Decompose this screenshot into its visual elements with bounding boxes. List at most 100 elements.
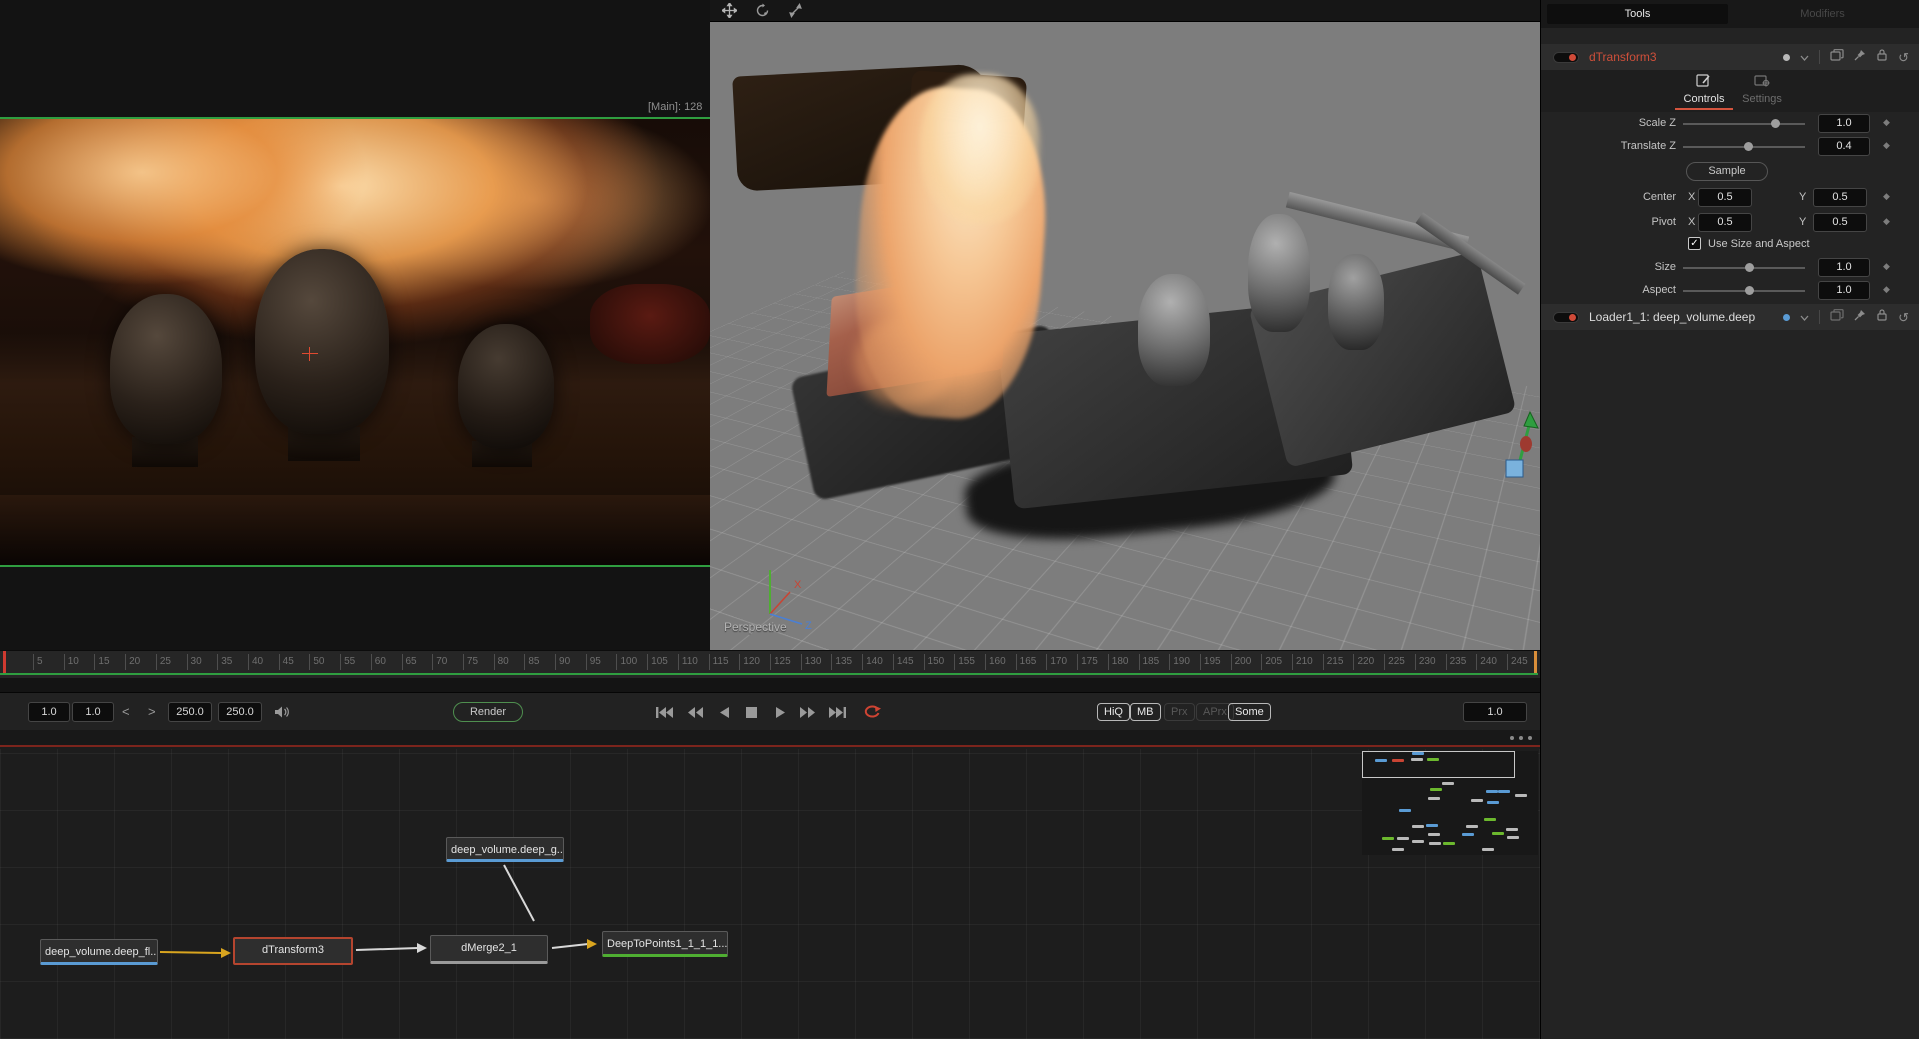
minimap-node: [1506, 828, 1518, 831]
pivot-y-value[interactable]: 0.5: [1813, 213, 1867, 232]
audio-icon[interactable]: [274, 703, 291, 721]
center-y-label: Y: [1799, 191, 1806, 203]
goto-end-button[interactable]: [828, 703, 847, 721]
keyframe-diamond-icon[interactable]: [1883, 216, 1890, 227]
sample-button[interactable]: Sample: [1686, 162, 1768, 181]
viewer-2d-image[interactable]: [0, 117, 710, 567]
render-end-field[interactable]: 250.0: [168, 702, 212, 722]
render-start-field[interactable]: 1.0: [72, 702, 114, 722]
node-dtransform3[interactable]: dTransform3: [233, 937, 353, 965]
chevron-down-icon[interactable]: [1800, 48, 1809, 66]
play-reverse-button[interactable]: [719, 703, 730, 721]
mb-button[interactable]: MB: [1130, 703, 1161, 721]
ruler-tick: 135: [831, 654, 832, 670]
timeline-ruler[interactable]: 5101520253035404550556065707580859095100…: [0, 650, 1540, 678]
goto-start-button[interactable]: [655, 703, 674, 721]
node-dmerge2-1[interactable]: dMerge2_1: [430, 935, 548, 964]
minimap-viewport-rect[interactable]: [1362, 751, 1515, 778]
versions-icon[interactable]: [1830, 308, 1844, 326]
node-deep-volume-flame[interactable]: deep_volume.deep_fl...: [40, 939, 158, 965]
ruler-tick: 145: [893, 654, 894, 670]
node-header-loader1-1[interactable]: Loader1_1: deep_volume.deep ↺: [1541, 304, 1919, 330]
pivot-x-value[interactable]: 0.5: [1698, 213, 1752, 232]
version-dot-icon[interactable]: [1783, 314, 1790, 321]
keyframe-diamond-icon[interactable]: [1883, 140, 1890, 151]
hiq-button[interactable]: HiQ: [1097, 703, 1130, 721]
use-size-aspect-checkbox[interactable]: [1688, 237, 1701, 250]
pivot-y-label: Y: [1799, 216, 1806, 228]
node-canvas[interactable]: deep_volume.deep_fl... dTransform3 dMerg…: [0, 749, 1540, 1039]
loop-button[interactable]: [862, 703, 882, 721]
reset-icon[interactable]: ↺: [1898, 51, 1909, 64]
3d-viewport[interactable]: X Z Perspective: [710, 22, 1540, 652]
pan-icon[interactable]: [722, 3, 737, 18]
reset-icon[interactable]: ↺: [1898, 311, 1909, 324]
rewind-button[interactable]: [687, 703, 704, 721]
render-button[interactable]: Render: [453, 702, 523, 722]
some-button[interactable]: Some: [1228, 703, 1271, 721]
translate-z-slider[interactable]: [1683, 146, 1805, 148]
stop-button[interactable]: [745, 703, 758, 721]
ruler-tick: 180: [1108, 654, 1109, 670]
viewer-3d[interactable]: X Z Perspective: [710, 0, 1540, 652]
versions-icon[interactable]: [1830, 48, 1844, 66]
node-header-dtransform3[interactable]: dTransform3 ↺: [1541, 44, 1919, 70]
playhead[interactable]: [3, 651, 6, 674]
zoom-scale-icon[interactable]: [788, 3, 803, 18]
aspect-slider[interactable]: [1683, 290, 1805, 292]
minimap-node: [1427, 758, 1439, 761]
minimap-node: [1430, 788, 1442, 791]
ruler-tick: 175: [1077, 654, 1078, 670]
ruler-tick: 200: [1231, 654, 1232, 670]
version-dot-icon[interactable]: [1783, 54, 1790, 61]
play-button[interactable]: [775, 703, 786, 721]
pin-icon[interactable]: [1854, 308, 1866, 326]
subtab-settings[interactable]: Settings: [1727, 74, 1797, 105]
chevron-down-icon[interactable]: [1800, 308, 1809, 326]
scale-z-value[interactable]: 1.0: [1818, 114, 1870, 133]
node-enable-toggle[interactable]: [1553, 312, 1579, 323]
lock-icon[interactable]: [1876, 308, 1888, 326]
view-mode-label[interactable]: Perspective: [724, 620, 787, 634]
center-y-value[interactable]: 0.5: [1813, 188, 1867, 207]
lock-icon[interactable]: [1876, 48, 1888, 66]
center-x-value[interactable]: 0.5: [1698, 188, 1752, 207]
viewer-resolution-label: [Main]: 128: [648, 101, 702, 113]
minimap-node: [1429, 842, 1441, 845]
options-dots-icon[interactable]: [1510, 736, 1532, 740]
minimap-node: [1382, 837, 1394, 840]
node-minimap[interactable]: [1362, 751, 1538, 855]
red-cloth: [590, 284, 710, 364]
viewer-2d[interactable]: [Main]: 128: [0, 0, 710, 652]
minimap-node: [1482, 848, 1494, 851]
control-row-translate-z: Translate Z 0.4: [1541, 137, 1919, 157]
scale-z-slider[interactable]: [1683, 123, 1805, 125]
scale-display-field[interactable]: 1.0: [1463, 702, 1527, 722]
prx-button[interactable]: Prx: [1164, 703, 1195, 721]
pin-icon[interactable]: [1854, 48, 1866, 66]
size-value[interactable]: 1.0: [1818, 258, 1870, 277]
node-deep-volume-geo[interactable]: deep_volume.deep_g...: [446, 837, 564, 862]
transform-center-handle[interactable]: [302, 347, 318, 361]
tab-modifiers[interactable]: Modifiers: [1732, 4, 1913, 24]
orbit-icon[interactable]: [755, 3, 770, 18]
transform-3d-gizmo[interactable]: [1500, 410, 1540, 493]
global-start-field[interactable]: 1.0: [28, 702, 70, 722]
keyframe-diamond-icon[interactable]: [1883, 117, 1890, 128]
node-enable-toggle[interactable]: [1553, 52, 1579, 63]
prev-key-button[interactable]: <: [122, 702, 130, 722]
keyframe-diamond-icon[interactable]: [1883, 284, 1890, 295]
range-end-marker[interactable]: [1534, 651, 1537, 674]
size-slider[interactable]: [1683, 267, 1805, 269]
aspect-value[interactable]: 1.0: [1818, 281, 1870, 300]
next-key-button[interactable]: >: [148, 702, 156, 722]
tab-tools[interactable]: Tools: [1547, 4, 1728, 24]
keyframe-diamond-icon[interactable]: [1883, 261, 1890, 272]
node-deeptopoints[interactable]: DeepToPoints1_1_1_1...: [602, 931, 728, 957]
translate-z-value[interactable]: 0.4: [1818, 137, 1870, 156]
scan-frame-bar: [1286, 192, 1469, 252]
fast-forward-button[interactable]: [799, 703, 816, 721]
global-end-field[interactable]: 250.0: [218, 702, 262, 722]
node-label: dTransform3: [262, 944, 324, 956]
keyframe-diamond-icon[interactable]: [1883, 191, 1890, 202]
